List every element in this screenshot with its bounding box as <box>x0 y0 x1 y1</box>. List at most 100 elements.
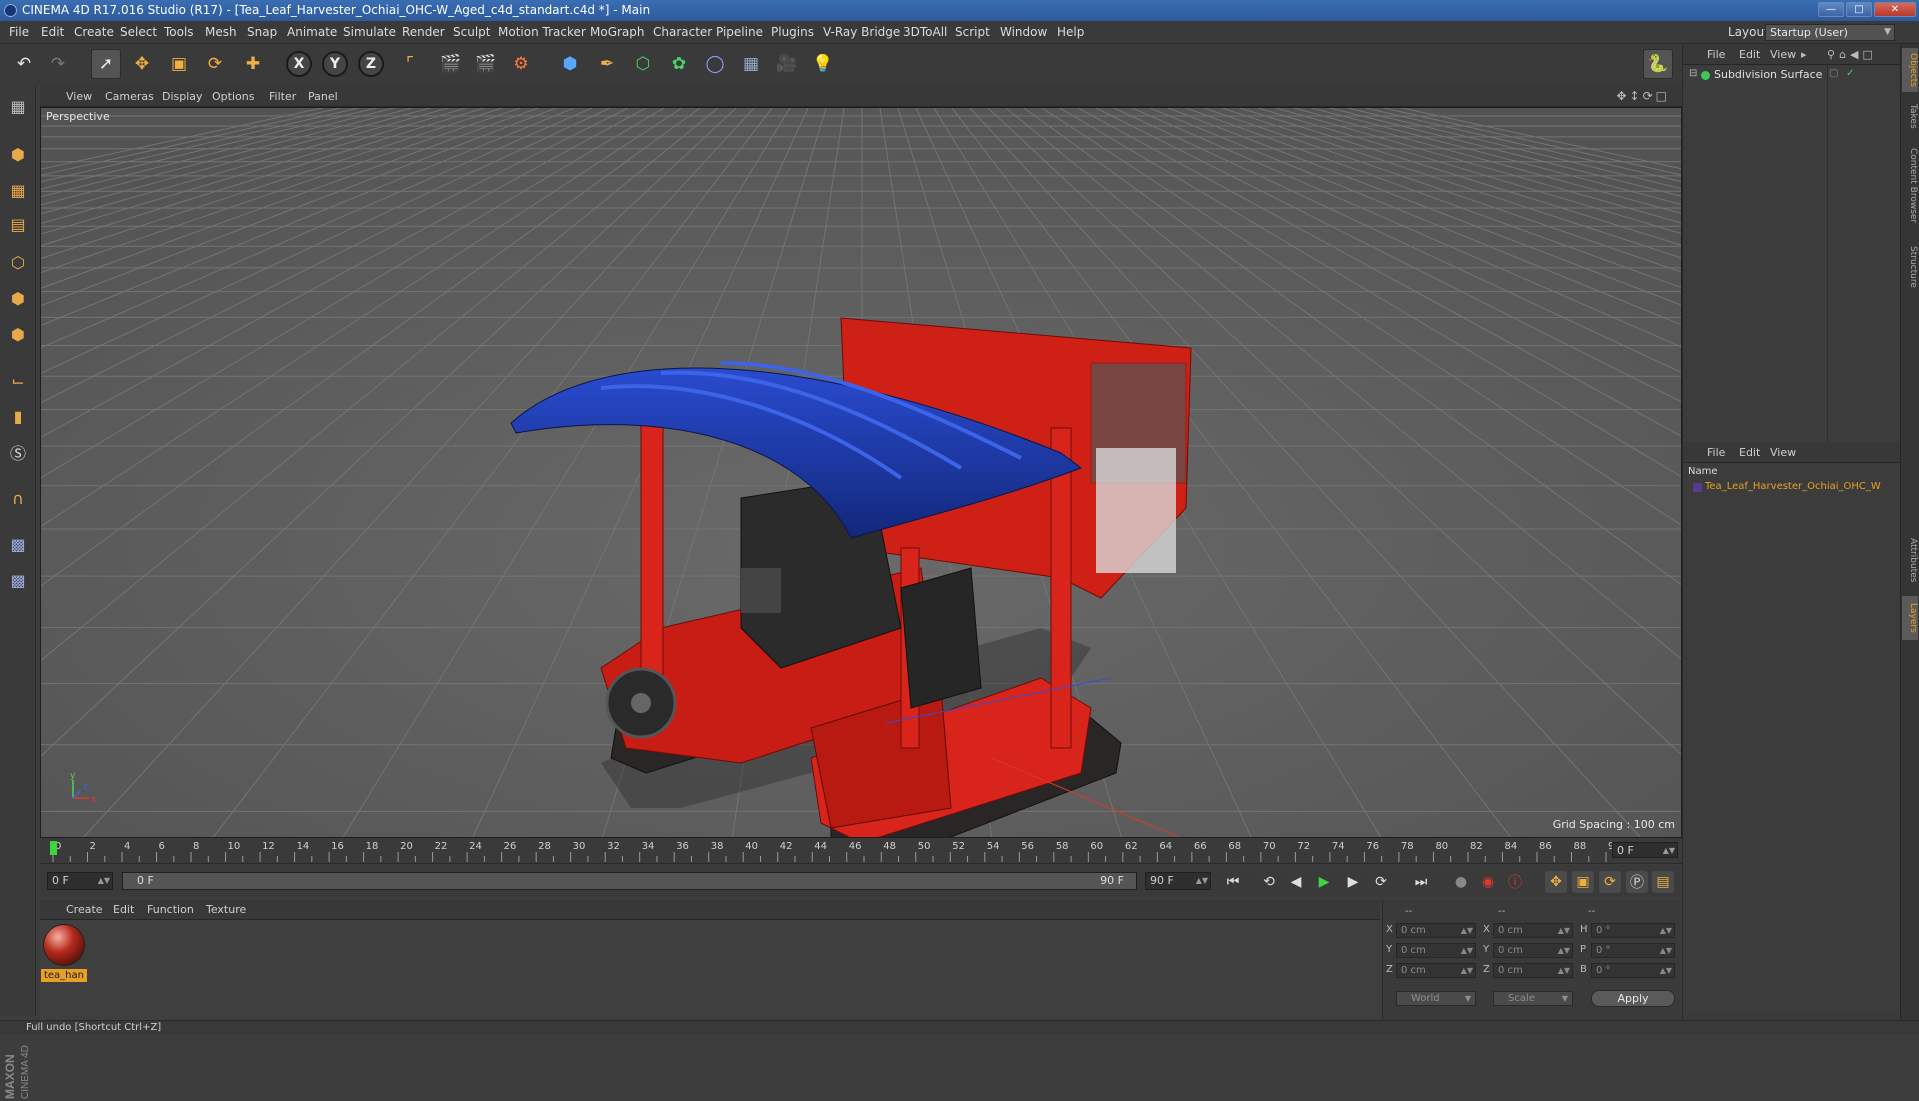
objects-menu-more-icon[interactable]: ▸ <box>1801 44 1807 65</box>
orbit-icon[interactable]: ⟳ <box>1643 89 1656 103</box>
material-menu-create[interactable]: Create <box>66 900 103 920</box>
live-selection-icon[interactable]: ✚ <box>238 49 268 79</box>
next-frame-icon[interactable]: ▶ <box>1342 871 1364 893</box>
current-frame-field[interactable]: 0 F ▲▼ <box>1612 842 1678 858</box>
camera-icon[interactable]: 🎥 <box>772 49 802 79</box>
cloner-icon[interactable]: ✿ <box>664 49 694 79</box>
layer-name[interactable]: Tea_Leaf_Harvester_Ochiai_OHC_W <box>1705 481 1899 492</box>
timeline-icon[interactable]: ▤ <box>1652 871 1674 893</box>
start-frame-field[interactable]: 0 F ▲▼ <box>47 872 113 890</box>
layer-lock-icon[interactable]: ▩ <box>4 566 32 594</box>
close-icon[interactable]: ✕ <box>1874 2 1916 17</box>
menu-simulate[interactable]: Simulate <box>343 21 396 44</box>
rotate-icon[interactable]: ⟳ <box>200 49 230 79</box>
snap-magnet-icon[interactable]: ∩ <box>4 484 32 512</box>
menu-3dtoall[interactable]: 3DToAll <box>903 21 947 44</box>
layer-row[interactable]: Tea_Leaf_Harvester_Ochiai_OHC_W <box>1683 480 1901 496</box>
menu-window[interactable]: Window <box>1000 21 1047 44</box>
filter-icon[interactable]: ◀ <box>1850 48 1862 61</box>
tab-content-browser[interactable]: Content Browser <box>1902 140 1918 232</box>
play-icon[interactable]: ▶ <box>1313 871 1335 893</box>
render-picture-viewer-icon[interactable]: 🎬 <box>471 49 501 79</box>
layers-menu-edit[interactable]: Edit <box>1739 442 1760 463</box>
rotate-key-icon[interactable]: ⟳ <box>1599 871 1621 893</box>
material-name[interactable]: tea_han <box>41 969 87 982</box>
viewport-menu-display[interactable]: Display <box>162 86 203 107</box>
tab-takes[interactable]: Takes <box>1902 100 1918 132</box>
menu-render[interactable]: Render <box>402 21 445 44</box>
tree-collapse-icon[interactable]: ⊟ <box>1689 68 1697 79</box>
tab-attributes[interactable]: Attributes <box>1902 530 1918 590</box>
objects-menu-edit[interactable]: Edit <box>1739 44 1760 65</box>
menu-help[interactable]: Help <box>1057 21 1084 44</box>
viewport[interactable]: y x z Perspective Grid Spacing : 100 cm <box>40 107 1682 838</box>
undo-icon[interactable]: ↶ <box>9 49 39 79</box>
coord-size-z-field[interactable]: 0 cm ▲▼ <box>1493 963 1573 978</box>
enabled-check-icon[interactable]: ✓ <box>1846 68 1854 79</box>
workplane-mode-icon[interactable]: ▤ <box>4 210 32 238</box>
object-list[interactable]: ⊟ Subdivision Surface ▢ ✓ <box>1683 66 1901 454</box>
menu-animate[interactable]: Animate <box>287 21 337 44</box>
subdivision-generator-icon[interactable]: ⬡ <box>628 49 658 79</box>
menu-plugins[interactable]: Plugins <box>771 21 814 44</box>
menu-select[interactable]: Select <box>120 21 157 44</box>
y-axis-icon[interactable]: Y <box>322 51 348 77</box>
viewport-menu-options[interactable]: Options <box>212 86 254 107</box>
floor-icon[interactable]: ▦ <box>736 49 766 79</box>
apply-button[interactable]: Apply <box>1591 990 1675 1007</box>
prev-key-icon[interactable]: ⟲ <box>1258 871 1280 893</box>
texture-lock-icon[interactable]: ▩ <box>4 530 32 558</box>
layer-list[interactable]: Name Tea_Leaf_Harvester_Ochiai_OHC_W <box>1683 464 1901 1014</box>
menu-file[interactable]: File <box>9 21 29 44</box>
tweak-icon[interactable]: ▮ <box>4 402 32 430</box>
x-axis-icon[interactable]: X <box>286 51 312 77</box>
tab-objects[interactable]: Objects <box>1902 48 1918 92</box>
light-icon[interactable]: 💡 <box>808 49 838 79</box>
make-editable-icon[interactable]: ▦ <box>4 92 32 120</box>
scale-key-icon[interactable]: ▣ <box>1572 871 1594 893</box>
menu-edit[interactable]: Edit <box>41 21 64 44</box>
points-mode-icon[interactable]: ⬡ <box>4 248 32 276</box>
coord-pos-z-field[interactable]: 0 cm ▲▼ <box>1396 963 1476 978</box>
tab-layers[interactable]: Layers <box>1902 596 1918 640</box>
material-preview-ball[interactable] <box>43 924 85 966</box>
axis-mode-icon[interactable]: ⌙ <box>4 366 32 394</box>
record-icon[interactable]: ● <box>1450 871 1472 893</box>
menu-pipeline[interactable]: Pipeline <box>716 21 763 44</box>
pan-icon[interactable]: ✥ <box>1616 89 1629 103</box>
objects-menu-view[interactable]: View <box>1770 44 1796 65</box>
object-row[interactable]: ⊟ Subdivision Surface ▢ ✓ <box>1683 67 1901 84</box>
new-window-icon[interactable]: □ <box>1863 48 1877 61</box>
cube-primitive-icon[interactable]: ⬢ <box>555 49 585 79</box>
texture-mode-icon[interactable]: ▦ <box>4 176 32 204</box>
goto-start-icon[interactable]: ⏮ <box>1222 871 1244 893</box>
polygons-mode-icon[interactable]: ⬢ <box>4 320 32 348</box>
menu-snap[interactable]: Snap <box>247 21 277 44</box>
zoom-icon[interactable]: ↕ <box>1630 89 1643 103</box>
viewport-menu-panel[interactable]: Panel <box>308 86 338 107</box>
menu-mograph[interactable]: MoGraph <box>590 21 645 44</box>
redo-icon[interactable]: ↷ <box>43 49 73 79</box>
coord-mode-scale-select[interactable]: Scale ▼ <box>1493 991 1573 1006</box>
z-axis-icon[interactable]: Z <box>358 51 384 77</box>
viewport-menu-view[interactable]: View <box>66 86 92 107</box>
coord-size-y-field[interactable]: 0 cm ▲▼ <box>1493 943 1573 958</box>
scale-icon[interactable]: ▣ <box>164 49 194 79</box>
home-icon[interactable]: ⌂ <box>1839 48 1850 61</box>
render-settings-icon[interactable]: ⚙ <box>506 49 536 79</box>
menu-tools[interactable]: Tools <box>164 21 194 44</box>
minimize-icon[interactable]: — <box>1818 2 1844 17</box>
coord-pos-y-field[interactable]: 0 cm ▲▼ <box>1396 943 1476 958</box>
solo-icon[interactable]: Ⓢ <box>4 438 32 466</box>
viewport-menu-filter[interactable]: Filter <box>269 86 296 107</box>
goto-end-icon[interactable]: ⏭ <box>1410 871 1432 893</box>
frame-range-slider[interactable]: 0 F 90 F <box>122 872 1137 890</box>
material-menu-edit[interactable]: Edit <box>113 900 134 920</box>
layer-swatch-icon[interactable]: ▢ <box>1829 68 1838 79</box>
end-frame-field[interactable]: 90 F ▲▼ <box>1145 872 1211 890</box>
menu-create[interactable]: Create <box>74 21 114 44</box>
select-arrow-icon[interactable]: ➚ <box>91 49 121 79</box>
layers-menu-file[interactable]: File <box>1707 442 1725 463</box>
menu-mesh[interactable]: Mesh <box>205 21 237 44</box>
material-menu-texture[interactable]: Texture <box>206 900 246 920</box>
